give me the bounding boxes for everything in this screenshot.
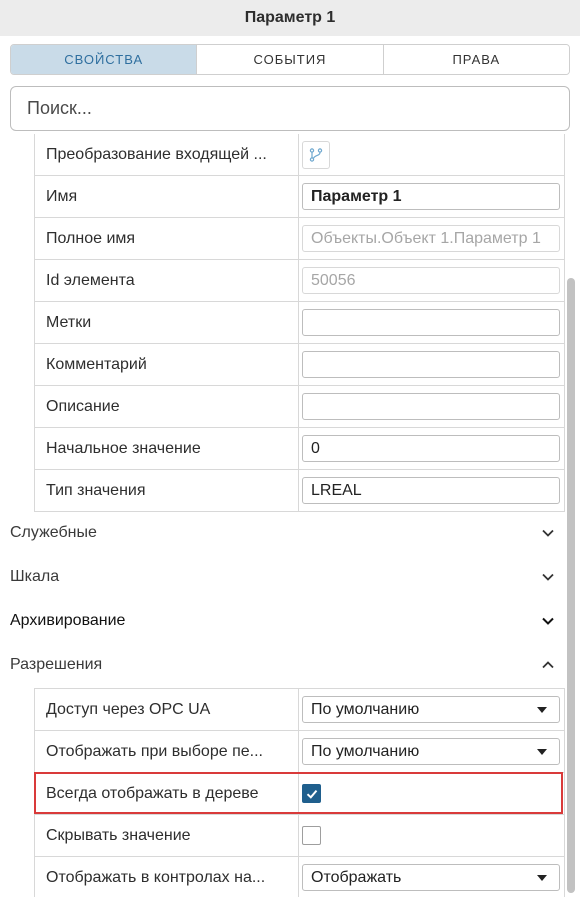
property-label: Преобразование входящей ... xyxy=(35,134,299,175)
section-label: Служебные xyxy=(10,524,97,541)
caret-down-icon xyxy=(537,874,547,881)
opc-access-select[interactable]: По умолчанию xyxy=(302,696,560,723)
property-label: Метки xyxy=(35,302,299,343)
chevron-down-icon xyxy=(542,617,554,625)
window-title: Параметр 1 xyxy=(0,0,580,36)
tab-properties[interactable]: СВОЙСТВА xyxy=(11,45,198,74)
permission-row-always-show-tree: Всегда отображать в дереве xyxy=(35,773,564,815)
property-label: Комментарий xyxy=(35,344,299,385)
property-label: Описание xyxy=(35,386,299,427)
property-label: Имя xyxy=(35,176,299,217)
property-label: Доступ через OPC UA xyxy=(35,689,299,730)
properties-grid: Преобразование входящей ... Имя Параметр… xyxy=(34,134,565,512)
value-type-field[interactable]: LREAL xyxy=(302,477,560,504)
always-show-tree-checkbox[interactable] xyxy=(302,784,321,803)
property-row-transform: Преобразование входящей ... xyxy=(35,134,564,176)
hide-value-checkbox[interactable] xyxy=(302,826,321,845)
property-label: Отображать в контролах на... xyxy=(35,857,299,897)
transform-editor-button[interactable] xyxy=(302,140,330,169)
element-id-field: 50056 xyxy=(302,267,560,294)
property-row-tags: Метки xyxy=(35,302,564,344)
checkmark-icon xyxy=(306,789,317,799)
property-row-description: Описание xyxy=(35,386,564,428)
select-value: По умолчанию xyxy=(311,742,420,760)
section-service[interactable]: Служебные xyxy=(10,518,555,548)
show-on-select-select[interactable]: По умолчанию xyxy=(302,738,560,765)
property-row-name: Имя Параметр 1 xyxy=(35,176,564,218)
select-value: По умолчанию xyxy=(311,700,420,718)
tab-rights[interactable]: ПРАВА xyxy=(383,45,569,74)
property-row-value-type: Тип значения LREAL xyxy=(35,470,564,512)
permission-row-show-on-select: Отображать при выборе пе... По умолчанию xyxy=(35,731,564,773)
show-in-controls-select[interactable]: Отображать xyxy=(302,864,560,891)
property-label: Тип значения xyxy=(35,470,299,511)
comment-field[interactable] xyxy=(302,351,560,378)
tab-events[interactable]: СОБЫТИЯ xyxy=(197,45,384,74)
property-row-comment: Комментарий xyxy=(35,344,564,386)
property-label: Отображать при выборе пе... xyxy=(35,731,299,772)
permission-row-hide-value: Скрывать значение xyxy=(35,815,564,857)
full-name-field: Объекты.Объект 1.Параметр 1 xyxy=(302,225,560,252)
scrollbar-thumb[interactable] xyxy=(567,278,575,893)
permission-row-opc-access: Доступ через OPC UA По умолчанию xyxy=(35,689,564,731)
chevron-up-icon xyxy=(542,661,554,669)
chevron-down-icon xyxy=(542,573,554,581)
caret-down-icon xyxy=(537,748,547,755)
section-label: Архивирование xyxy=(10,612,126,629)
initial-value-field[interactable]: 0 xyxy=(302,435,560,462)
property-label: Полное имя xyxy=(35,218,299,259)
property-label: Начальное значение xyxy=(35,428,299,469)
transform-icon xyxy=(309,147,323,162)
permissions-grid: Доступ через OPC UA По умолчанию Отображ… xyxy=(34,688,565,897)
section-label: Шкала xyxy=(10,568,60,585)
description-field[interactable] xyxy=(302,393,560,420)
caret-down-icon xyxy=(537,706,547,713)
property-label: Id элемента xyxy=(35,260,299,301)
section-permissions[interactable]: Разрешения xyxy=(10,650,555,680)
chevron-down-icon xyxy=(542,529,554,537)
section-archiving[interactable]: Архивирование xyxy=(10,606,555,636)
section-label: Разрешения xyxy=(10,656,103,673)
tags-field[interactable] xyxy=(302,309,560,336)
property-row-full-name: Полное имя Объекты.Объект 1.Параметр 1 xyxy=(35,218,564,260)
permission-row-show-in-controls: Отображать в контролах на... Отображать xyxy=(35,857,564,897)
search-input[interactable] xyxy=(10,86,570,131)
select-value: Отображать xyxy=(311,868,402,886)
tab-bar: СВОЙСТВА СОБЫТИЯ ПРАВА xyxy=(10,44,570,75)
property-row-initial-value: Начальное значение 0 xyxy=(35,428,564,470)
property-label: Всегда отображать в дереве xyxy=(35,773,299,814)
property-label: Скрывать значение xyxy=(35,815,299,856)
property-row-element-id: Id элемента 50056 xyxy=(35,260,564,302)
section-scale[interactable]: Шкала xyxy=(10,562,555,592)
name-field[interactable]: Параметр 1 xyxy=(302,183,560,210)
